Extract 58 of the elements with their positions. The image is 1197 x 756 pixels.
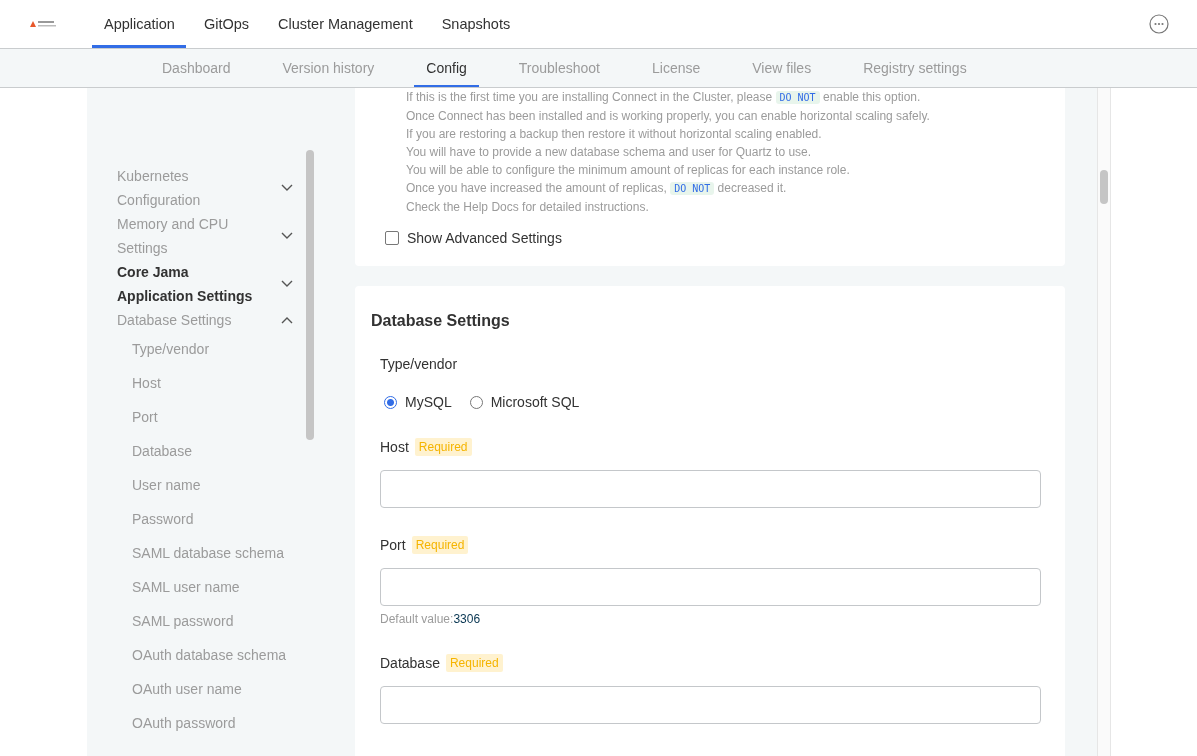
chevron-icon[interactable]: [281, 184, 293, 192]
required-badge: Required: [414, 438, 472, 456]
chevron-icon[interactable]: [281, 232, 293, 240]
note-line: Once Connect has been installed and is working properly, you can enable horizontal scaling safely.: [406, 108, 931, 125]
section-title: Database Settings: [371, 312, 511, 330]
field-label: Database: [380, 655, 440, 671]
input-field[interactable]: [380, 686, 1041, 724]
sidebar-subitem[interactable]: User name: [132, 468, 201, 502]
note-line: You will be able to configure the minimum amount of replicas for each instance role.: [406, 162, 851, 179]
sub-tab[interactable]: Version history: [270, 49, 387, 87]
sub-tab[interactable]: Dashboard: [150, 49, 243, 87]
field-label: Host: [380, 439, 409, 455]
required-badge: Required: [445, 654, 503, 672]
sidebar-subitem[interactable]: Password: [132, 502, 194, 536]
sidebar-item[interactable]: Kubernetes Configuration: [117, 164, 267, 212]
sidebar-item[interactable]: Core Jama Application Settings: [117, 260, 267, 308]
sidebar-subitem[interactable]: SAML user name: [132, 570, 240, 604]
radio-button[interactable]: [384, 395, 397, 409]
sidebar-item[interactable]: Database Settings: [117, 308, 267, 332]
nav-tab[interactable]: Cluster Management: [266, 0, 424, 48]
input-field[interactable]: [380, 470, 1041, 508]
chevron-icon[interactable]: [281, 280, 293, 288]
radio-label: MySQL: [405, 394, 452, 410]
sidebar-item[interactable]: Memory and CPU Settings: [117, 212, 267, 260]
sidebar-subitem[interactable]: SAML password: [132, 604, 234, 638]
input-field[interactable]: [380, 568, 1041, 606]
field-label: Type/vendor: [380, 356, 459, 372]
note-line: You will have to provide a new database schema and user for Quartz to use.: [406, 144, 813, 161]
sub-tab[interactable]: View files: [740, 49, 824, 87]
field-label: Port: [380, 537, 406, 553]
required-badge: Required: [411, 536, 469, 554]
checkbox-label: Show Advanced Settings: [407, 230, 562, 246]
more-icon[interactable]: [1149, 14, 1169, 34]
nav-tab[interactable]: Snapshots: [429, 0, 522, 48]
sidebar-subitem[interactable]: OAuth database schema: [132, 638, 287, 672]
radio-label: Microsoft SQL: [490, 394, 580, 410]
hint-value: 3306: [453, 612, 481, 626]
hint-label: Default value:: [380, 612, 454, 626]
logo-icon: [28, 18, 58, 30]
chevron-icon[interactable]: [281, 316, 293, 324]
note-line: Check the Help Docs for detailed instructions.: [406, 199, 650, 216]
sidebar-subitem[interactable]: Type/vendor: [132, 332, 210, 366]
sidebar-subitem[interactable]: Port: [132, 400, 158, 434]
sub-tab[interactable]: Troubleshoot: [506, 49, 612, 87]
sub-tab[interactable]: License: [640, 49, 713, 87]
scrollbar-thumb[interactable]: [1100, 170, 1108, 204]
nav-tab[interactable]: GitOps: [191, 0, 261, 48]
note-line: If this is the first time you are installing Connect in the Cluster, please DO NOT enable this option.: [406, 89, 922, 106]
sidebar-subitem[interactable]: Host: [132, 366, 161, 400]
sidebar-subitem[interactable]: SAML database schema: [132, 536, 284, 570]
sidebar-subitem[interactable]: OAuth password: [132, 706, 236, 740]
sidebar-subitem[interactable]: OAuth user name: [132, 672, 242, 706]
sidebar-subitem[interactable]: Database: [132, 434, 192, 468]
sub-tab[interactable]: Registry settings: [851, 49, 979, 87]
checkbox[interactable]: [385, 231, 399, 245]
note-line: Once you have increased the amount of replicas, DO NOT decreased it.: [406, 180, 788, 197]
scrollbar-thumb[interactable]: [306, 150, 314, 440]
note-line: If you are restoring a backup then restore it without horizontal scaling enabled.: [406, 126, 823, 143]
